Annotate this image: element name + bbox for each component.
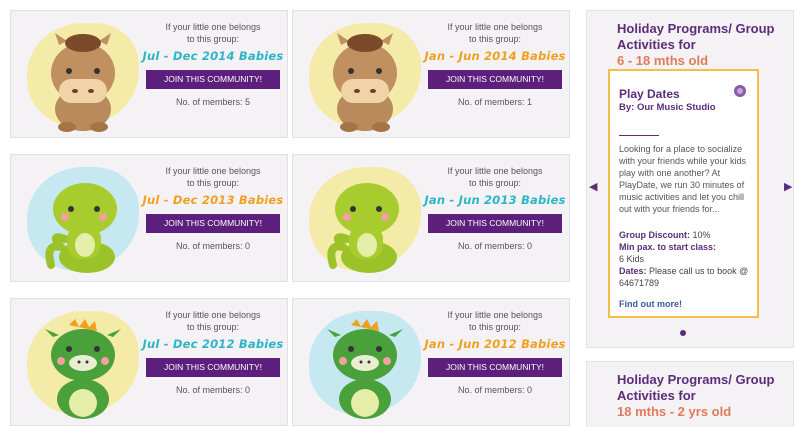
age-range: 6 - 18 mths old: [617, 53, 709, 68]
holiday-programs-panel-2: Holiday Programs/ Group Activities for 1…: [586, 361, 794, 427]
age-range: 18 mths - 2 yrs old: [617, 404, 732, 419]
community-card: If your little one belongs to this group…: [292, 298, 570, 426]
promo-card: Play Dates By: Our Music Studio Looking …: [608, 69, 759, 318]
discount-value: 10%: [692, 230, 711, 240]
panel-title-text: Holiday Programs/ Group Activities for: [617, 21, 775, 52]
card-intro: If your little one belongs to this group…: [447, 22, 543, 44]
community-card: If your little one belongs to this group…: [292, 154, 570, 282]
join-community-button[interactable]: JOIN THIS COMMUNITY!: [428, 70, 562, 89]
join-community-button[interactable]: JOIN THIS COMMUNITY!: [428, 214, 562, 233]
find-out-more-link[interactable]: Find out more!: [619, 299, 682, 309]
member-count: No. of members: 0: [457, 241, 533, 251]
panel-title: Holiday Programs/ Group Activities for 1…: [617, 372, 787, 420]
snake-icon: [45, 183, 117, 273]
member-count: No. of members: 0: [175, 241, 251, 251]
studio-logo-icon: [734, 85, 746, 97]
min-pax-label: Min pax. to start class:: [619, 242, 717, 252]
carousel-dot[interactable]: [680, 330, 686, 336]
triangle-left-icon[interactable]: ◀: [589, 180, 597, 193]
pony-icon: [333, 33, 397, 132]
snake-icon: [327, 183, 399, 273]
card-intro: If your little one belongs to this group…: [165, 22, 261, 44]
group-label: Jul - Dec 2013 Babies: [142, 193, 284, 207]
member-count: No. of members: 5: [175, 97, 251, 107]
promo-title: Play Dates: [619, 87, 680, 101]
panel-title: Holiday Programs/ Group Activities for 6…: [617, 21, 787, 69]
member-count: No. of members: 0: [175, 385, 251, 395]
join-community-button[interactable]: JOIN THIS COMMUNITY!: [428, 358, 562, 377]
group-label: Jul - Dec 2014 Babies: [142, 49, 284, 63]
community-card: If your little one belongs to this group…: [292, 10, 570, 138]
community-card: If your little one belongs to this group…: [10, 154, 288, 282]
community-card: If your little one belongs to this group…: [10, 298, 288, 426]
promo-description: Looking for a place to socialize with yo…: [619, 144, 747, 214]
card-intro: If your little one belongs to this group…: [447, 166, 543, 188]
dragon-icon: [327, 319, 403, 419]
join-community-button[interactable]: JOIN THIS COMMUNITY!: [146, 70, 280, 89]
promo-provider: By: Our Music Studio: [619, 102, 716, 113]
discount-label: Group Discount:: [619, 230, 690, 240]
group-label: Jan - Jun 2012 Babies: [424, 337, 566, 351]
card-intro: If your little one belongs to this group…: [447, 310, 543, 332]
card-intro: If your little one belongs to this group…: [165, 166, 261, 188]
join-community-button[interactable]: JOIN THIS COMMUNITY!: [146, 214, 280, 233]
group-label: Jan - Jun 2013 Babies: [424, 193, 566, 207]
member-count: No. of members: 1: [457, 97, 533, 107]
panel-title-text: Holiday Programs/ Group Activities for: [617, 372, 775, 403]
group-label: Jan - Jun 2014 Babies: [424, 49, 566, 63]
triangle-right-icon[interactable]: ▶: [784, 180, 792, 193]
member-count: No. of members: 0: [457, 385, 533, 395]
promo-details: Group Discount: 10% Min pax. to start cl…: [619, 229, 755, 289]
min-pax-value: 6 Kids: [619, 254, 645, 264]
dates-label: Dates:: [619, 266, 647, 276]
join-community-button[interactable]: JOIN THIS COMMUNITY!: [146, 358, 280, 377]
divider: [619, 135, 659, 136]
pony-icon: [51, 33, 115, 132]
dragon-icon: [45, 319, 121, 419]
card-intro: If your little one belongs to this group…: [165, 310, 261, 332]
group-label: Jul - Dec 2012 Babies: [142, 337, 284, 351]
community-card: If your little one belongs to this group…: [10, 10, 288, 138]
